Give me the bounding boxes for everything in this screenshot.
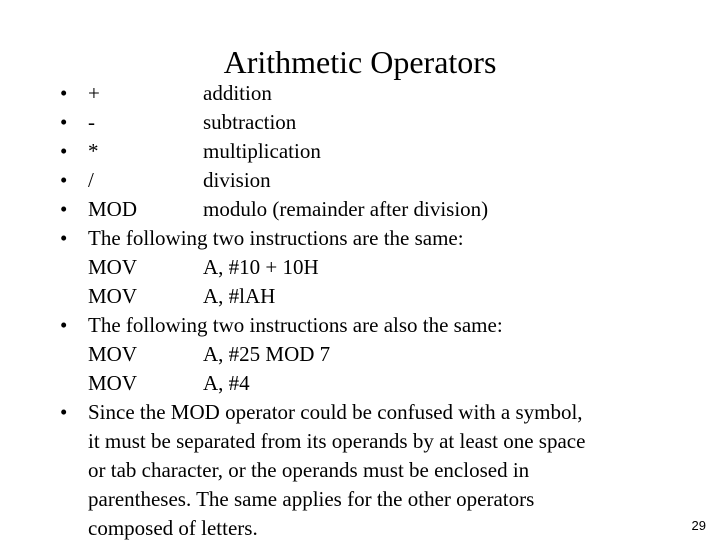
note-line: it must be separated from its operands b… bbox=[88, 429, 586, 453]
instruction-mnemonic: MOV bbox=[88, 371, 138, 395]
operator-symbol: - bbox=[88, 110, 95, 134]
list-item: • Since the MOD operator could be confus… bbox=[55, 398, 675, 540]
page-number: 29 bbox=[691, 518, 706, 533]
slide: Arithmetic Operators • + addition • - subt… bbox=[0, 0, 720, 540]
code-line: MOV A, #4 bbox=[55, 369, 675, 398]
operator-description: subtraction bbox=[203, 110, 297, 134]
operator-symbol: + bbox=[88, 81, 100, 105]
operator-symbol: / bbox=[88, 168, 94, 192]
operator-symbol: MOD bbox=[88, 197, 138, 221]
instruction-mnemonic: MOV bbox=[88, 342, 138, 366]
operator-symbol: * bbox=[88, 139, 99, 163]
note-line: composed of letters. bbox=[88, 516, 258, 540]
operator-description: division bbox=[203, 168, 271, 192]
bullet-icon: • bbox=[60, 110, 68, 134]
code-line: MOV A, #lAH bbox=[55, 282, 675, 311]
bullet-icon: • bbox=[60, 139, 68, 163]
operator-description: multiplication bbox=[203, 139, 321, 163]
note-line: Since the MOD operator could be confused… bbox=[88, 400, 583, 424]
bullet-icon: • bbox=[60, 400, 68, 424]
example-one-heading: The following two instructions are the s… bbox=[88, 226, 464, 250]
list-item: • / division bbox=[55, 166, 675, 195]
operator-description: addition bbox=[203, 81, 272, 105]
code-line: MOV A, #10 + 10H bbox=[55, 253, 675, 282]
instruction-mnemonic: MOV bbox=[88, 255, 138, 279]
bullet-icon: • bbox=[60, 81, 68, 105]
list-item: • + addition bbox=[55, 79, 675, 108]
list-item: • MOD modulo (remainder after division) bbox=[55, 195, 675, 224]
list-item: • The following two instructions are als… bbox=[55, 311, 675, 340]
instruction-operands: A, #10 + 10H bbox=[203, 255, 319, 279]
bullet-icon: • bbox=[60, 226, 68, 250]
example-two-heading: The following two instructions are also … bbox=[88, 313, 503, 337]
slide-body: • + addition • - subtraction • * multiplica… bbox=[55, 79, 675, 540]
code-line: MOV A, #25 MOD 7 bbox=[55, 340, 675, 369]
operator-description: modulo (remainder after division) bbox=[203, 197, 489, 221]
instruction-operands: A, #lAH bbox=[203, 284, 276, 308]
instruction-operands: A, #4 bbox=[203, 371, 250, 395]
list-item: • - subtraction bbox=[55, 108, 675, 137]
instruction-mnemonic: MOV bbox=[88, 284, 138, 308]
note-line: or tab character, or the operands must b… bbox=[88, 458, 530, 482]
page-title: Arithmetic Operators bbox=[223, 44, 497, 81]
list-item: • * multiplication bbox=[55, 137, 675, 166]
bullet-icon: • bbox=[60, 168, 68, 192]
list-item: • The following two instructions are the… bbox=[55, 224, 675, 253]
bullet-icon: • bbox=[60, 313, 68, 337]
bullet-icon: • bbox=[60, 197, 68, 221]
note-line: parentheses. The same applies for the ot… bbox=[88, 487, 535, 511]
instruction-operands: A, #25 MOD 7 bbox=[203, 342, 331, 366]
